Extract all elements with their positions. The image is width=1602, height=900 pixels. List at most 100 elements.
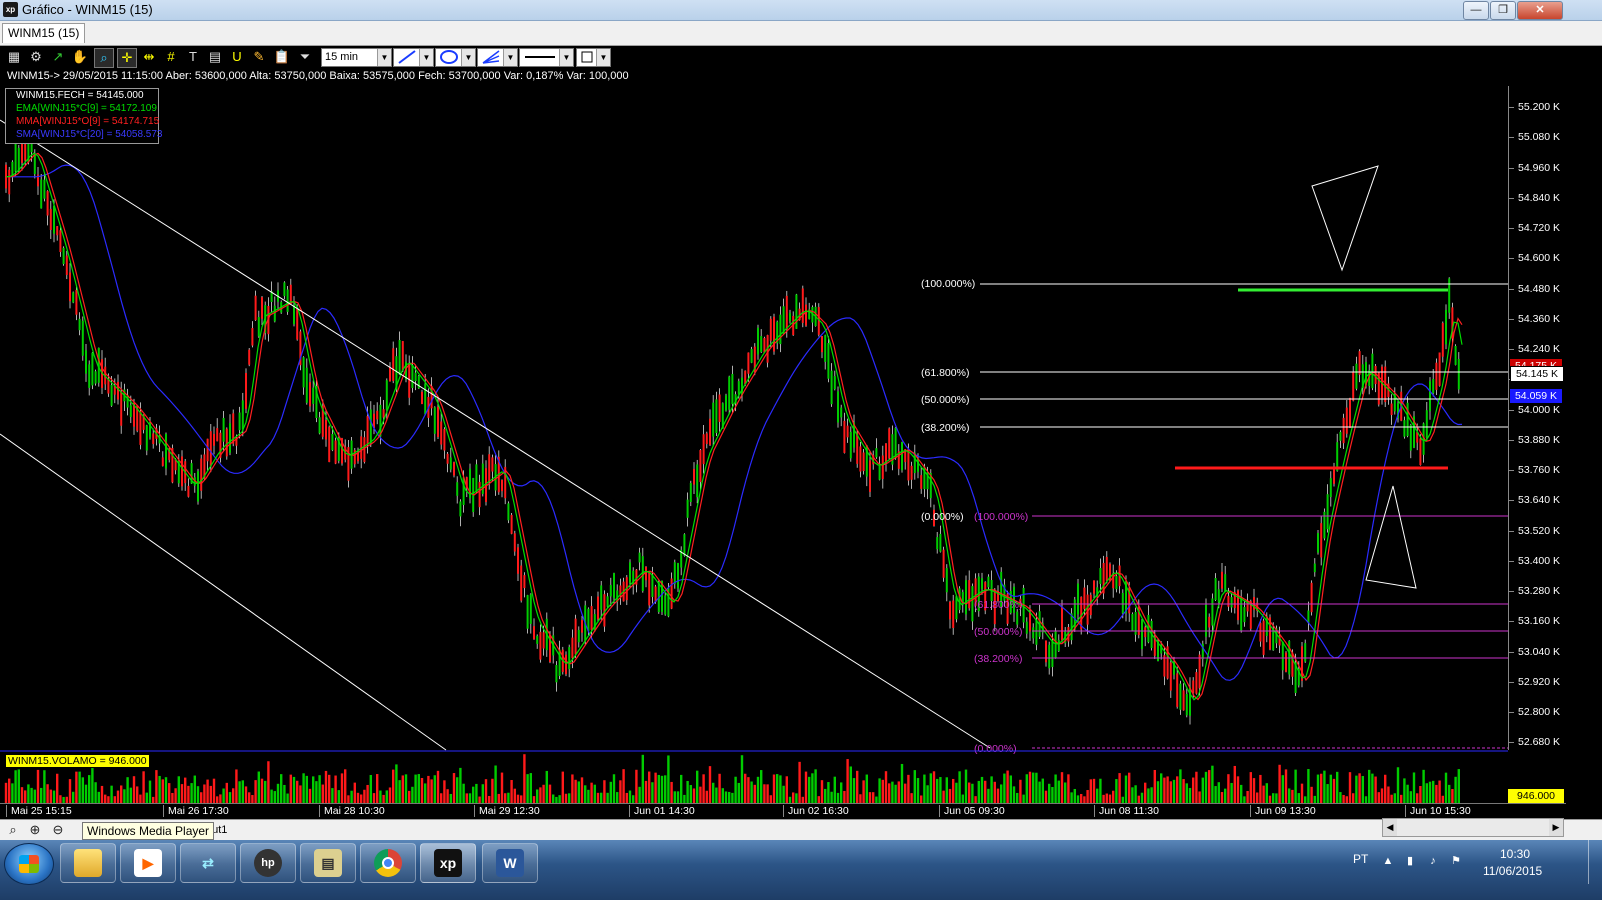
start-button[interactable] <box>4 843 54 885</box>
paste-icon[interactable]: 📋 <box>273 48 291 66</box>
volume-bar <box>78 771 81 803</box>
clock-date[interactable]: 11/06/2015 <box>1483 864 1542 878</box>
candle-body <box>1185 693 1188 716</box>
candle-body <box>1329 478 1332 498</box>
calculator-icon[interactable]: ▤ <box>206 48 224 66</box>
candle-body <box>856 432 859 464</box>
zoom-icon[interactable]: ⌕ <box>94 48 114 68</box>
zoom-fit-icon[interactable]: ⌕ <box>5 822 21 838</box>
volume-label: WINM15.VOLAMO = 946.000 <box>5 754 150 768</box>
hand-pan-icon[interactable]: ✋ <box>71 48 89 66</box>
volume-bar <box>1380 788 1384 803</box>
volume-bar <box>395 764 398 803</box>
brush-icon[interactable]: ✎ <box>250 48 268 66</box>
candle-body <box>862 452 865 472</box>
channel-lower-line[interactable] <box>0 433 447 751</box>
taskbar-chrome[interactable] <box>360 843 416 883</box>
volume-bar <box>577 781 580 803</box>
up-triangle-drawing[interactable] <box>1365 485 1417 589</box>
volume-bar <box>628 790 632 803</box>
price-axis[interactable]: 55.200 K 55.080 K 54.960 K 54.840 K 54.720 K… <box>1508 86 1567 750</box>
show-desktop-button[interactable] <box>1588 840 1602 884</box>
taskbar-hp[interactable]: hp <box>240 843 296 883</box>
taskbar-explorer[interactable] <box>60 843 116 883</box>
candle-body <box>683 534 686 556</box>
fan-tool-select[interactable]: ▼ <box>477 48 518 67</box>
tray-expand-icon[interactable]: ▲ <box>1381 854 1395 868</box>
hline-icon[interactable]: ⇹ <box>140 48 158 66</box>
price-tick: 52.920 K <box>1508 675 1561 688</box>
signal-icon[interactable]: ▮ <box>1403 854 1417 868</box>
interval-select[interactable]: 15 min ▼ <box>321 48 392 67</box>
action-center-icon[interactable]: ⚑ <box>1449 854 1463 868</box>
volume-bar <box>305 775 308 803</box>
volume-bar <box>1441 795 1444 803</box>
taskbar-xp-active[interactable]: xp <box>420 843 476 883</box>
candle-body <box>1045 640 1047 663</box>
volume-bar <box>952 778 955 803</box>
volume-bar <box>884 771 888 803</box>
volume-bar <box>1409 791 1412 803</box>
volume-bar <box>337 790 340 803</box>
line-style-select[interactable]: ▼ <box>519 48 574 67</box>
indicator-icon[interactable]: ↗ <box>49 48 67 66</box>
crosshair-icon[interactable]: ✛ <box>117 48 137 68</box>
volume-bar <box>1128 772 1131 803</box>
zoom-in-icon[interactable]: ⊕ <box>27 822 43 838</box>
settings-gear-icon[interactable]: ⚙ <box>27 48 45 66</box>
taskbar-network[interactable]: ⇄ <box>180 843 236 883</box>
maximize-button[interactable]: ❐ <box>1490 1 1516 20</box>
candle-body <box>1169 662 1172 691</box>
candle-body <box>1304 643 1307 662</box>
volume-bar <box>1275 793 1278 803</box>
volume-bar <box>43 770 46 803</box>
horizontal-scrollbar[interactable]: ◀ ▶ <box>1382 818 1564 837</box>
close-button[interactable]: ✕ <box>1517 1 1563 20</box>
tab-winm15[interactable]: WINM15 (15) <box>2 23 86 43</box>
volume-bar <box>564 793 568 803</box>
filter-icon[interactable]: ⏷ <box>296 48 314 66</box>
down-triangle-drawing[interactable] <box>1311 165 1379 272</box>
chart-type-icon[interactable]: ▦ <box>5 48 23 66</box>
taskbar-scanner[interactable]: ▤ <box>300 843 356 883</box>
candle-body <box>885 443 887 463</box>
volume-icon[interactable]: ♪ <box>1426 854 1440 868</box>
grid-icon[interactable]: # <box>162 48 180 66</box>
time-axis[interactable]: Mai 25 15:15 Mai 26 17:30 Mai 28 10:30 Mai … <box>0 803 1566 820</box>
line-tool-select[interactable]: ▼ <box>393 48 434 67</box>
minimize-button[interactable]: — <box>1463 1 1489 20</box>
shape-tool-select[interactable]: ▼ <box>435 48 476 67</box>
volume-bar <box>1246 790 1249 803</box>
text-icon[interactable]: T <box>184 48 202 66</box>
taskbar-media-player[interactable]: ▶ <box>120 843 176 883</box>
volume-bar <box>1352 793 1355 803</box>
price-chart[interactable]: (100.000%) (61.800%) (50.000%) (38.200%)… <box>0 68 1508 808</box>
volume-bar <box>766 784 769 803</box>
volume-bar <box>414 774 417 803</box>
candle-body <box>1349 398 1351 428</box>
zoom-out-icon[interactable]: ⊖ <box>50 822 66 838</box>
candle-body <box>309 382 311 407</box>
volume-bar <box>891 781 894 803</box>
candle-body <box>440 421 443 445</box>
candle-body <box>1313 563 1316 573</box>
candle-body <box>488 454 491 483</box>
clock-time[interactable]: 10:30 <box>1500 847 1530 861</box>
scroll-right-icon[interactable]: ▶ <box>1549 819 1563 836</box>
scroll-left-icon[interactable]: ◀ <box>1383 819 1397 836</box>
candle-body <box>1182 690 1185 711</box>
color-select[interactable]: ▼ <box>576 48 611 67</box>
volume-bar <box>1163 777 1166 803</box>
volume-bar <box>1131 787 1134 803</box>
taskbar-word[interactable]: W <box>482 843 538 883</box>
volume-bar <box>1400 794 1403 803</box>
channel-upper-line[interactable] <box>0 119 991 749</box>
volume-bar <box>1000 784 1003 803</box>
candle-body <box>1224 574 1227 592</box>
candle-body <box>1141 620 1143 650</box>
price-tick: 53.160 K <box>1508 615 1561 628</box>
language-indicator[interactable]: PT <box>1353 852 1368 866</box>
volume-bar <box>344 769 347 803</box>
magnet-icon[interactable]: U <box>228 48 246 66</box>
volume-bar <box>312 776 315 803</box>
